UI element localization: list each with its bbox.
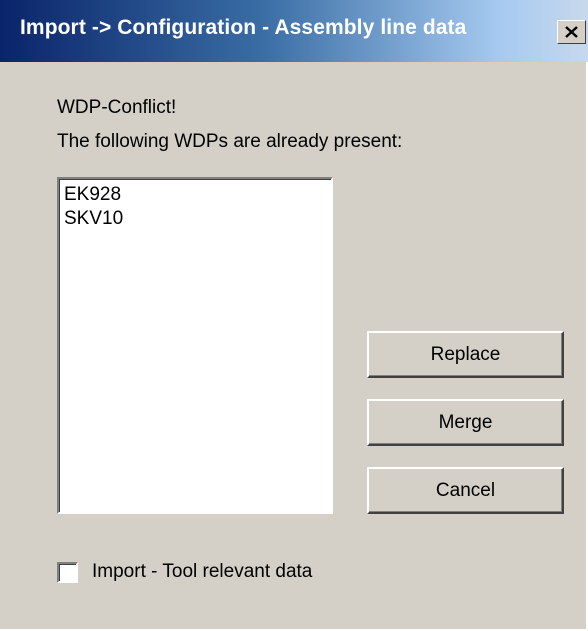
import-tool-data-checkbox[interactable] [57,561,78,583]
window-title: Import -> Configuration - Assembly line … [20,16,467,39]
replace-button[interactable]: Replace [367,331,564,378]
import-tool-data-option[interactable]: Import - Tool relevant data [57,559,312,585]
import-dialog: Import -> Configuration - Assembly line … [0,0,588,631]
merge-button[interactable]: Merge [367,399,564,446]
close-button[interactable] [557,20,586,44]
close-icon [565,26,578,38]
conflict-description: The following WDPs are already present: [57,131,403,152]
title-bar[interactable]: Import -> Configuration - Assembly line … [0,0,588,62]
import-tool-data-label: Import - Tool relevant data [92,561,313,582]
list-item[interactable]: EK928 [59,183,123,207]
conflict-heading: WDP-Conflict! [57,97,177,118]
list-item[interactable]: SKV10 [59,207,123,231]
wdp-listbox[interactable]: EK928 SKV10 [57,177,333,514]
cancel-button[interactable]: Cancel [367,467,564,514]
